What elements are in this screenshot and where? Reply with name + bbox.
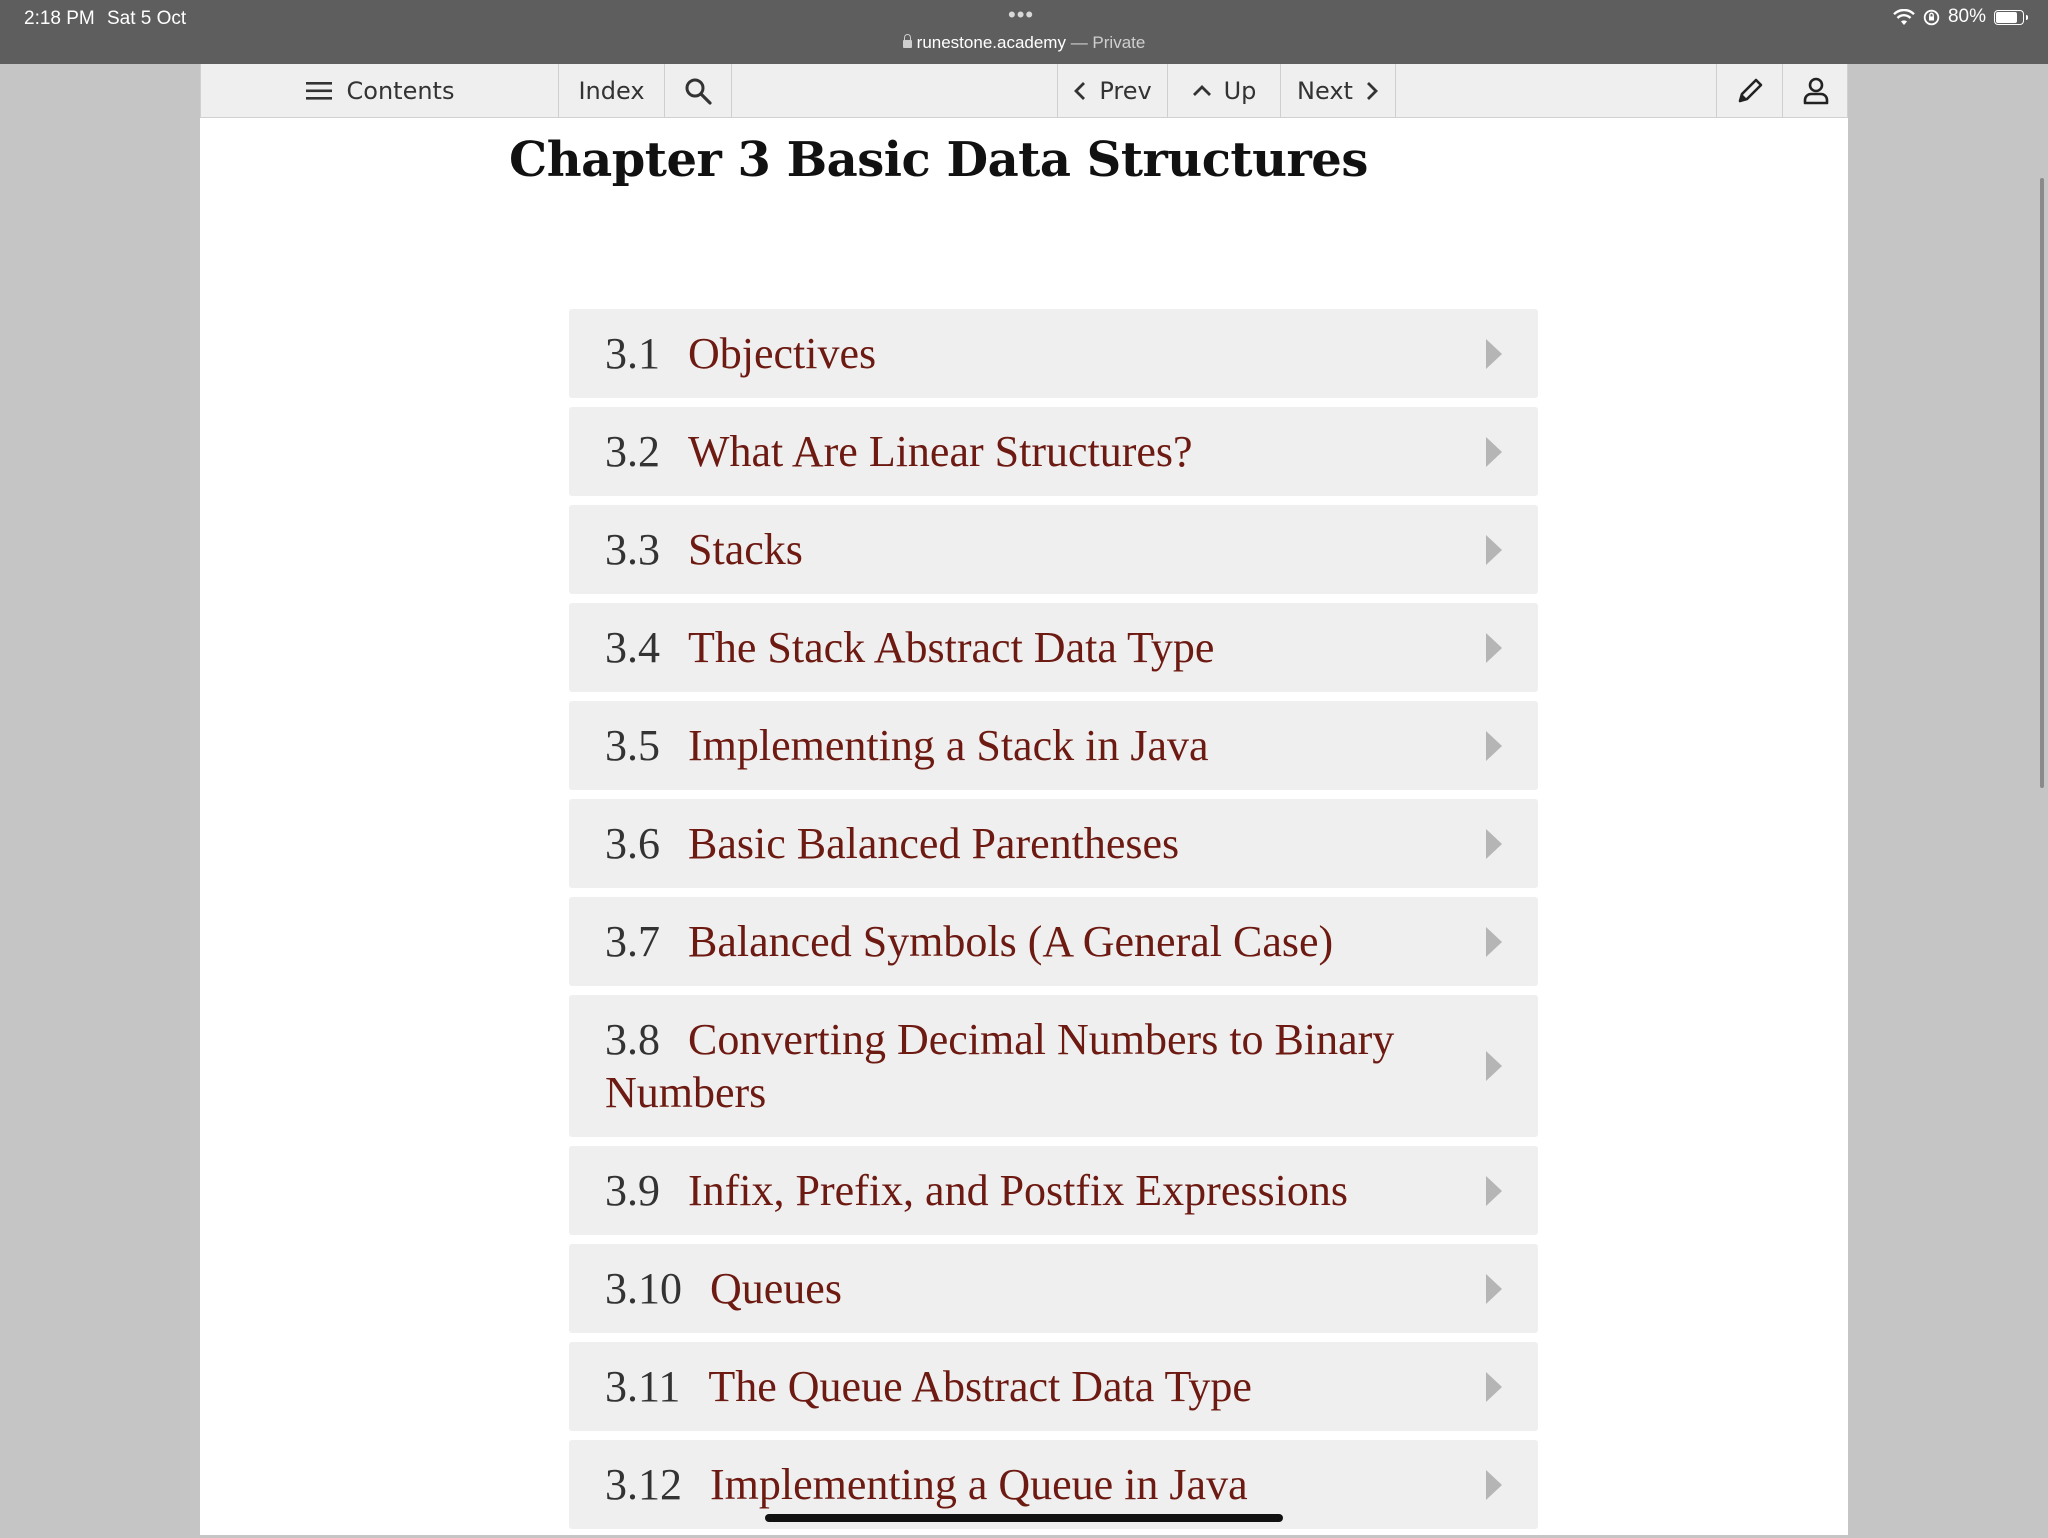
toc-item-number: 3.10	[605, 1264, 682, 1313]
up-button[interactable]: Up	[1168, 64, 1281, 117]
up-label: Up	[1223, 76, 1257, 105]
toc-item-number: 3.11	[605, 1362, 681, 1411]
status-time: 2:18 PM	[24, 8, 95, 29]
toc-item-title[interactable]: Objectives	[688, 329, 876, 378]
toc-item-title[interactable]: Basic Balanced Parentheses	[688, 819, 1179, 868]
toc-item[interactable]: 3.4 The Stack Abstract Data Type	[569, 603, 1538, 692]
toc-item-title[interactable]: Implementing a Queue in Java	[710, 1460, 1248, 1509]
scrollbar[interactable]	[2040, 178, 2044, 788]
expand-arrow-icon[interactable]	[1486, 338, 1502, 369]
expand-arrow-icon[interactable]	[1486, 926, 1502, 957]
battery-percent: 80%	[1947, 6, 1986, 27]
toc-item-title[interactable]: Converting Decimal Numbers to Binary Num…	[605, 1015, 1394, 1117]
toc-item-number: 3.9	[605, 1166, 660, 1215]
toc-item-number: 3.1	[605, 329, 660, 378]
expand-arrow-icon[interactable]	[1486, 1051, 1502, 1081]
search-button[interactable]	[665, 64, 732, 117]
user-button[interactable]	[1783, 64, 1849, 117]
contents-label: Contents	[346, 76, 455, 105]
prev-label: Prev	[1099, 76, 1152, 105]
next-label: Next	[1297, 76, 1353, 105]
chapter-title: Chapter 3 Basic Data Structures	[509, 132, 1368, 188]
next-button[interactable]: Next	[1281, 64, 1396, 117]
toc-item-number: 3.6	[605, 819, 660, 868]
toc-item[interactable]: 3.10 Queues	[569, 1244, 1538, 1333]
toc-list: 3.1 Objectives 3.2 What Are Linear Structur…	[569, 309, 1538, 1538]
private-label: — Private	[1065, 33, 1146, 52]
toolbar: Contents Index Prev Up Next	[200, 64, 1848, 118]
index-label: Index	[578, 76, 645, 105]
search-icon	[685, 78, 712, 105]
index-button[interactable]: Index	[559, 64, 665, 117]
toc-item-number: 3.7	[605, 917, 660, 966]
status-bar: 2:18 PM Sat 5 Oct ••• runestone.academy …	[0, 0, 2048, 64]
expand-arrow-icon[interactable]	[1486, 1371, 1502, 1402]
toc-item[interactable]: 3.1 Objectives	[569, 309, 1538, 398]
orientation-lock-icon	[1923, 9, 1940, 25]
chevron-left-icon	[1074, 81, 1086, 100]
toc-item[interactable]: 3.6 Basic Balanced Parentheses	[569, 799, 1538, 888]
toc-item[interactable]: 3.2 What Are Linear Structures?	[569, 407, 1538, 496]
toc-item-title[interactable]: Balanced Symbols (A General Case)	[688, 917, 1333, 966]
expand-arrow-icon[interactable]	[1486, 1273, 1502, 1304]
expand-arrow-icon[interactable]	[1486, 534, 1502, 565]
expand-arrow-icon[interactable]	[1486, 436, 1502, 467]
expand-arrow-icon[interactable]	[1486, 1175, 1502, 1206]
edit-button[interactable]	[1716, 64, 1783, 117]
expand-arrow-icon[interactable]	[1486, 828, 1502, 859]
menu-icon	[305, 81, 332, 100]
toc-item-number: 3.5	[605, 721, 660, 770]
status-date: Sat 5 Oct	[107, 8, 187, 29]
url-text: runestone.academy	[916, 33, 1066, 52]
prev-button[interactable]: Prev	[1057, 64, 1168, 117]
home-indicator[interactable]	[765, 1514, 1283, 1522]
toc-item[interactable]: 3.5 Implementing a Stack in Java	[569, 701, 1538, 790]
battery-icon	[1994, 9, 2028, 25]
page: Contents Index Prev Up Next Chapter 3 Ba…	[200, 64, 1848, 1535]
chevron-up-icon	[1192, 84, 1211, 96]
expand-arrow-icon[interactable]	[1486, 1469, 1502, 1500]
status-indicators: 80%	[1893, 6, 2028, 28]
toc-item-title[interactable]: Implementing a Stack in Java	[688, 721, 1209, 770]
toc-item-title[interactable]: What Are Linear Structures?	[688, 427, 1193, 476]
user-icon	[1803, 77, 1829, 104]
toc-item-title[interactable]: Infix, Prefix, and Postfix Expressions	[688, 1166, 1348, 1215]
toc-item-title[interactable]: The Queue Abstract Data Type	[708, 1362, 1251, 1411]
toc-item-number: 3.3	[605, 525, 660, 574]
expand-arrow-icon[interactable]	[1486, 632, 1502, 663]
pencil-icon	[1738, 78, 1762, 102]
toc-item-title[interactable]: Queues	[710, 1264, 842, 1313]
toc-item-title[interactable]: The Stack Abstract Data Type	[688, 623, 1214, 672]
toc-item-number: 3.4	[605, 623, 660, 672]
contents-button[interactable]: Contents	[201, 64, 559, 117]
toc-item[interactable]: 3.11 The Queue Abstract Data Type	[569, 1342, 1538, 1431]
expand-arrow-icon[interactable]	[1486, 730, 1502, 761]
wifi-icon	[1893, 8, 1915, 25]
toc-item[interactable]: 3.8 Converting Decimal Numbers to Binary …	[569, 995, 1538, 1137]
toc-item-number: 3.12	[605, 1460, 682, 1509]
toc-item-title[interactable]: Stacks	[688, 525, 803, 574]
address-bar[interactable]: runestone.academy — Private	[0, 33, 2048, 53]
toc-item[interactable]: 3.7 Balanced Symbols (A General Case)	[569, 897, 1538, 986]
lock-icon	[902, 34, 912, 48]
toc-item[interactable]: 3.9 Infix, Prefix, and Postfix Expression…	[569, 1146, 1538, 1235]
chevron-right-icon	[1366, 81, 1378, 100]
toc-item[interactable]: 3.3 Stacks	[569, 505, 1538, 594]
toc-item-number: 3.2	[605, 427, 660, 476]
browser-more-icon[interactable]: •••	[1008, 2, 1034, 28]
toc-item-number: 3.8	[605, 1015, 660, 1064]
